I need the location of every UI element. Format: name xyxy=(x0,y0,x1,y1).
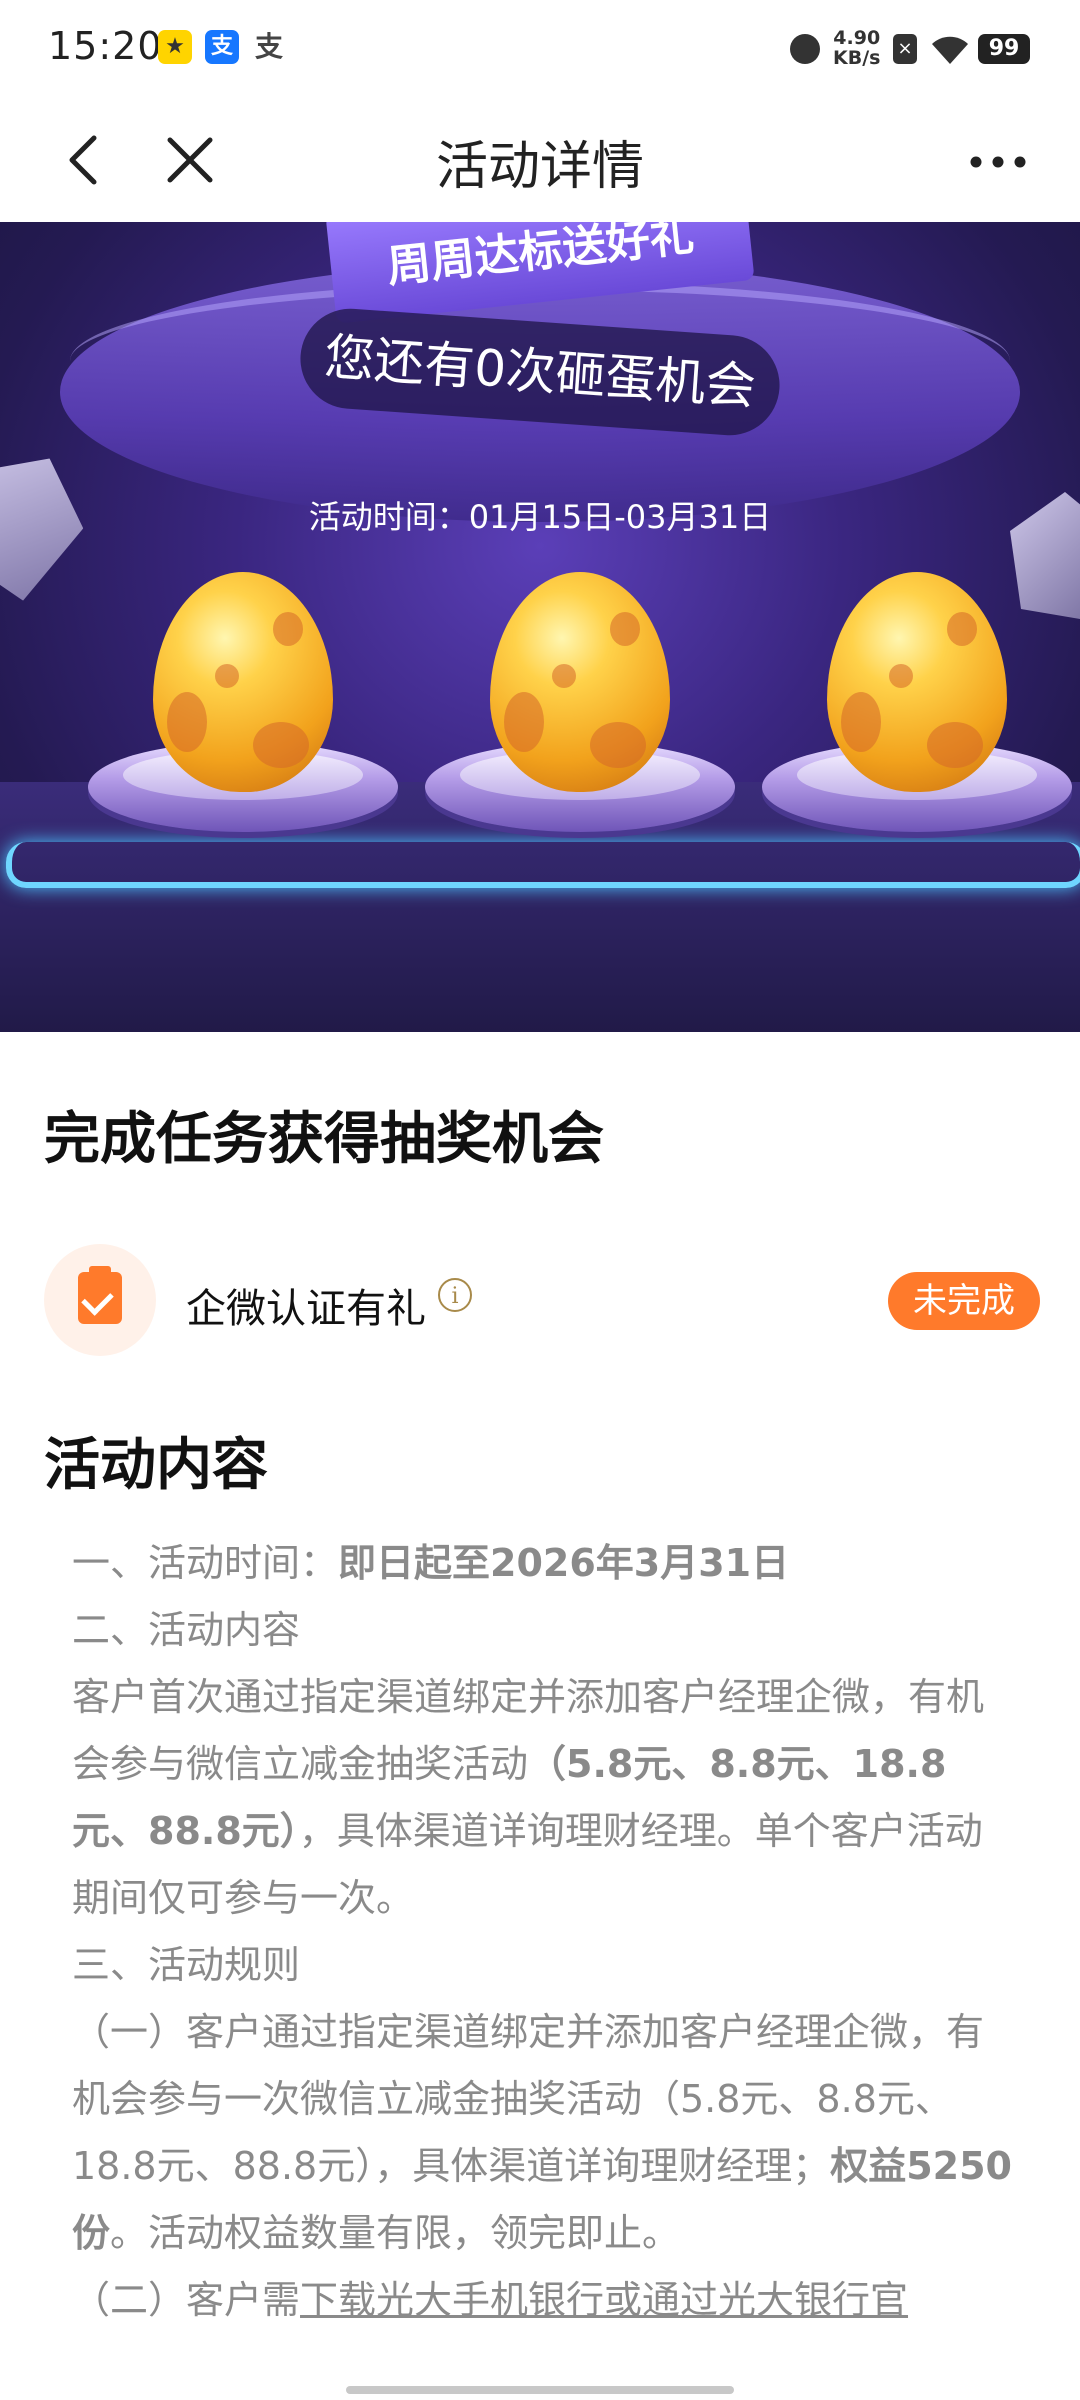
rule-line-3: 三、活动规则 xyxy=(72,1943,301,1987)
golden-egg-1[interactable] xyxy=(78,572,418,852)
task-item[interactable]: 企微认证有礼 i 未完成 xyxy=(44,1244,1040,1356)
info-icon[interactable]: i xyxy=(438,1278,472,1312)
rule-paragraph-3: （一）客户通过指定渠道绑定并添加客户经理企微，有机会参与一次微信立减金抽奖活动（… xyxy=(72,2010,1012,2255)
egg-smash-banner: 周周达标送好礼 您还有0次砸蛋机会 活动时间：01月15日-03月31日 xyxy=(0,222,1080,1032)
network-speed: 4.90 KB/s xyxy=(833,28,880,68)
activity-rules: 一、活动时间：即日起至2026年3月31日 二、活动内容 客户首次通过指定渠道绑… xyxy=(72,1530,1012,2334)
home-indicator[interactable] xyxy=(346,2386,734,2394)
network-speed-unit: KB/s xyxy=(833,47,881,69)
page-title: 活动详情 xyxy=(435,137,644,197)
egg-icon xyxy=(153,572,333,792)
no-sim-icon: × xyxy=(893,34,917,64)
egg-icon xyxy=(490,572,670,792)
task-status-badge[interactable]: 未完成 xyxy=(888,1272,1040,1330)
activity-period: 活动时间：01月15日-03月31日 xyxy=(308,498,772,536)
content-section-title: 活动内容 xyxy=(44,1433,268,1498)
status-time: 15:20 xyxy=(48,24,163,68)
task-section-title: 完成任务获得抽奖机会 xyxy=(44,1107,604,1172)
alarm-icon xyxy=(790,34,820,64)
cmb-notification-icon: ★ xyxy=(158,30,192,64)
network-speed-value: 4.90 xyxy=(833,27,881,49)
navigation-bar: 活动详情 xyxy=(0,100,1080,222)
clipboard-check-icon xyxy=(44,1244,156,1356)
alipay-outline-notification-icon: 支 xyxy=(254,30,283,63)
rule-line-1: 一、活动时间：即日起至2026年3月31日 xyxy=(72,1541,790,1585)
rule-line-2: 二、活动内容 xyxy=(72,1608,301,1652)
egg-icon xyxy=(827,572,1007,792)
alipay-notification-icon: 支 xyxy=(205,30,239,64)
golden-egg-2[interactable] xyxy=(415,572,755,852)
more-options-icon[interactable] xyxy=(968,152,1028,172)
golden-egg-3[interactable] xyxy=(752,572,1080,852)
rule-paragraph-2: 客户首次通过指定渠道绑定并添加客户经理企微，有机会参与微信立减金抽奖活动（5.8… xyxy=(72,1675,985,1920)
wifi-icon xyxy=(932,36,968,64)
rule-paragraph-4: （二）客户需下载光大手机银行或通过光大银行官 xyxy=(72,2278,909,2322)
battery-icon: 99 xyxy=(978,34,1030,64)
task-label: 企微认证有礼 xyxy=(186,1286,426,1332)
status-bar: 15:20 ★ 支 支 4.90 KB/s × 99 xyxy=(0,0,1080,100)
